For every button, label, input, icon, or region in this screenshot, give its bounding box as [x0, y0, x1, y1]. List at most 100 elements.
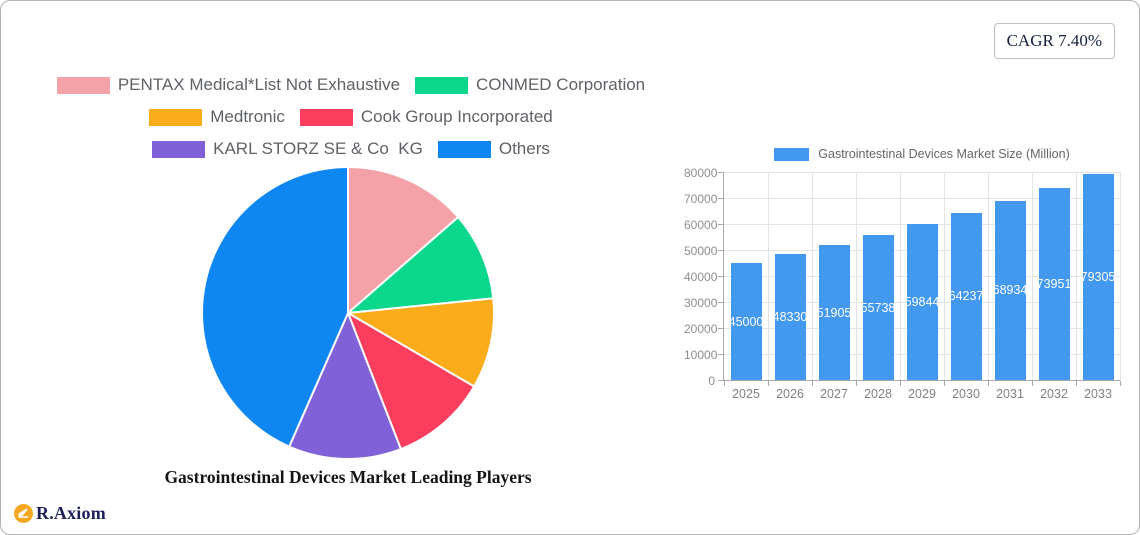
bar-value-label: 51905: [816, 305, 852, 320]
pie-legend: PENTAX Medical*List Not Exhaustive CONMED…: [41, 75, 661, 159]
x-tick-mark: [723, 381, 725, 386]
y-tick-label: 50000: [684, 243, 718, 258]
y-tick-mark: [718, 249, 723, 251]
bar-legend-swatch: [774, 147, 810, 161]
x-tick-mark: [767, 381, 769, 386]
legend-swatch: [152, 140, 206, 158]
market-report-figure: CAGR 7.40% PENTAX Medical*List Not Exhau…: [0, 0, 1140, 535]
bar-2032: 73951: [1036, 187, 1072, 380]
bar-2030: 64237: [948, 212, 984, 380]
legend-label: Others: [498, 139, 550, 158]
x-tick-label-2028: 2028: [864, 387, 892, 401]
legend-row: PENTAX Medical*List Not Exhaustive CONMED…: [56, 75, 645, 95]
h-gridline: [724, 171, 1120, 173]
bar-value-label: 68934: [992, 283, 1028, 298]
x-tick-label-2033: 2033: [1084, 387, 1112, 401]
x-tick-label-2026: 2026: [776, 387, 804, 401]
legend-label: Medtronic: [210, 107, 285, 126]
x-axis-line: [723, 380, 1120, 381]
bar-chart: Gastrointestinal Devices Market Size (Mi…: [684, 145, 1136, 411]
y-tick-mark: [718, 301, 723, 303]
y-tick-mark: [718, 223, 723, 225]
cagr-badge: CAGR 7.40%: [993, 23, 1115, 59]
legend-item-karl-storz-se-co-kg[interactable]: KARL STORZ SE & Co KG: [152, 139, 423, 159]
brand-logo-text: R.Axiom: [36, 503, 106, 523]
bar-value-label: 64237: [948, 289, 984, 304]
v-gridline: [899, 172, 901, 380]
v-gridline: [1075, 172, 1077, 380]
y-tick-label: 60000: [684, 217, 718, 232]
bar-value-label: 59844: [904, 295, 940, 310]
legend-label: PENTAX Medical*List Not Exhaustive: [117, 75, 401, 94]
x-tick-label-2029: 2029: [908, 387, 936, 401]
legend-row: Medtronic Cook Group Incorporated: [149, 107, 553, 127]
legend-item-cook-group-incorporated[interactable]: Cook Group Incorporated: [299, 107, 553, 127]
legend-swatch: [149, 108, 203, 126]
y-tick-label: 20000: [684, 321, 718, 336]
legend-swatch: [56, 76, 110, 94]
x-tick-label-2030: 2030: [952, 387, 980, 401]
bar-2028: 55738: [860, 235, 896, 380]
legend-swatch: [299, 108, 353, 126]
bar-2025: 45000: [728, 263, 764, 380]
legend-item-pentax-medical-list-not-exhaustive[interactable]: PENTAX Medical*List Not Exhaustive: [56, 75, 401, 95]
legend-item-conmed-corporation[interactable]: CONMED Corporation: [415, 75, 645, 95]
y-tick-label: 40000: [684, 269, 718, 284]
x-tick-mark: [987, 381, 989, 386]
x-tick-mark: [1119, 381, 1121, 386]
legend-swatch: [437, 140, 491, 158]
x-tick-label-2027: 2027: [820, 387, 848, 401]
y-tick-label: 10000: [684, 347, 718, 362]
bar-2033: 79305: [1080, 173, 1116, 380]
legend-label: Cook Group Incorporated: [360, 107, 553, 126]
y-tick-mark: [718, 327, 723, 329]
y-tick-mark: [718, 353, 723, 355]
y-tick-mark: [718, 171, 723, 173]
bar-value-label: 55738: [860, 300, 896, 315]
bar-value-label: 79305: [1080, 269, 1116, 284]
bar-value-label: 73951: [1036, 276, 1072, 291]
y-tick-label: 0: [708, 373, 715, 388]
legend-swatch: [415, 76, 469, 94]
v-gridline: [987, 172, 989, 380]
bar-value-label: 48330: [772, 310, 808, 325]
y-tick-label: 30000: [684, 295, 718, 310]
bar-2027: 51905: [816, 245, 852, 380]
legend-label: KARL STORZ SE & Co KG: [213, 139, 423, 158]
v-gridline: [811, 172, 813, 380]
v-gridline: [855, 172, 857, 380]
x-tick-label-2025: 2025: [732, 387, 760, 401]
bar-chart-legend[interactable]: Gastrointestinal Devices Market Size (Mi…: [724, 147, 1120, 161]
y-tick-mark: [718, 197, 723, 199]
brand-logo-icon: [14, 504, 33, 523]
legend-item-medtronic[interactable]: Medtronic: [149, 107, 285, 127]
x-tick-mark: [943, 381, 945, 386]
v-gridline: [767, 172, 769, 380]
y-tick-mark: [718, 275, 723, 277]
x-tick-mark: [1031, 381, 1033, 386]
v-gridline: [1031, 172, 1033, 380]
x-tick-mark: [855, 381, 857, 386]
bar-plot-area: 45000 48330 51905 55738 59844 64237 68934 73951…: [724, 171, 1121, 380]
x-tick-label-2032: 2032: [1040, 387, 1068, 401]
bar-value-label: 45000: [728, 314, 764, 329]
legend-label: CONMED Corporation: [476, 75, 646, 94]
brand-logo: R.Axiom: [14, 503, 106, 524]
bar-legend-label: Gastrointestinal Devices Market Size (Mi…: [818, 147, 1070, 161]
bar-2031: 68934: [992, 200, 1028, 380]
pie-chart: [200, 166, 495, 460]
legend-item-others[interactable]: Others: [437, 139, 550, 159]
bar-2026: 48330: [772, 254, 808, 380]
y-tick-label: 80000: [684, 165, 718, 180]
y-tick-label: 70000: [684, 191, 718, 206]
x-tick-mark: [811, 381, 813, 386]
x-tick-mark: [899, 381, 901, 386]
v-gridline: [1119, 172, 1121, 380]
x-tick-mark: [1075, 381, 1077, 386]
bar-2029: 59844: [904, 224, 940, 380]
y-tick-mark: [718, 379, 723, 381]
legend-row: KARL STORZ SE & Co KG Others: [152, 139, 550, 159]
v-gridline: [943, 172, 945, 380]
pie-chart-title: Gastrointestinal Devices Market Leading …: [164, 467, 532, 487]
x-tick-label-2031: 2031: [996, 387, 1024, 401]
